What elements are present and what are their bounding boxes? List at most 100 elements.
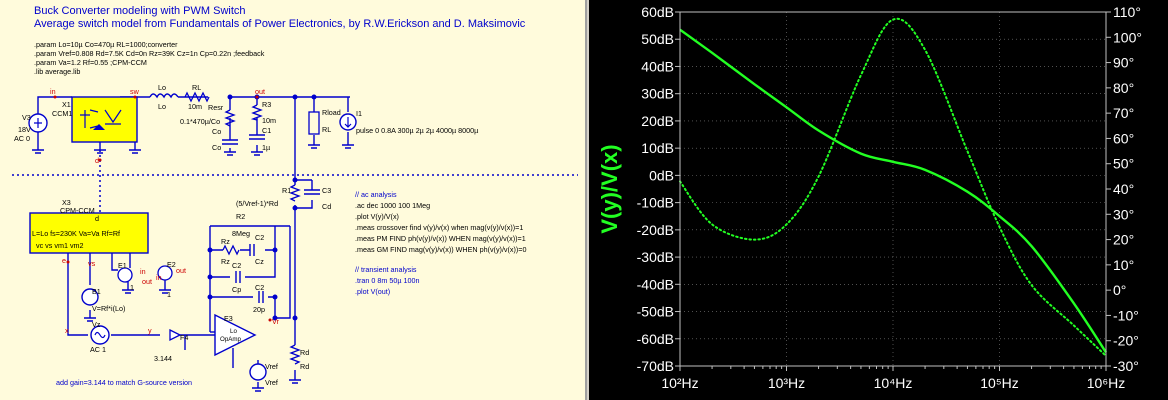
inductor-lo[interactable] [149,93,179,99]
x1-pwm-switch[interactable] [71,96,138,143]
svg-text:OpAmp: OpAmp [220,336,242,343]
left-tick-label: -20dB [637,222,674,238]
svg-text:1: 1 [130,283,134,292]
left-tick-label: 0dB [649,167,674,183]
meas-gm: .meas GM FIND mag(v(y)/v(x)) WHEN ph(v(y… [355,245,527,254]
source-f4[interactable] [169,328,182,342]
app-root: Buck Converter modeling with PWM Switch … [0,0,1168,400]
svg-text:1µ: 1µ [262,143,270,152]
left-tick-label: -40dB [637,276,674,292]
svg-text:vc vs vm1 vm2: vc vs vm1 vm2 [36,241,84,250]
capacitor-co[interactable] [222,139,238,145]
svg-text:sw: sw [130,87,140,96]
svg-text:F4: F4 [180,333,188,342]
svg-text:Vr: Vr [272,317,280,326]
svg-text:CCM1: CCM1 [52,109,72,118]
plot-grid [679,11,1107,367]
svg-text:out: out [255,87,265,96]
right-tick-label: 30° [1113,206,1134,222]
param-line-2: .param Vref=0.808 Rd=7.5K Cd=0n Rz=39K C… [34,49,265,58]
resistor-rl[interactable] [184,91,210,103]
svg-text:X1: X1 [62,100,71,109]
tran-plot-directive: .plot V(out) [355,287,390,296]
left-tick-label: 20dB [641,113,674,129]
svg-text:20p: 20p [253,305,265,314]
y-axis-label: V(y)/V(x) [597,144,622,233]
right-tick-label: 10° [1113,257,1134,273]
svg-text:E2: E2 [167,260,176,269]
capacitor-c3[interactable] [304,189,320,195]
left-tick-label: -70dB [637,358,674,374]
param-line-3: .param Va=1.2 Rf=0.55 ;CPM-CCM [34,58,147,67]
x-tick-label: 10⁴Hz [874,375,913,391]
svg-text:C1: C1 [262,126,271,135]
left-tick-label: -30dB [637,249,674,265]
ac-directive: .ac dec 1000 100 1Meg [355,201,430,210]
svg-text:E3: E3 [224,314,233,323]
resistor-r1[interactable] [289,184,301,202]
svg-text:in: in [156,273,162,282]
svg-text:vs: vs [88,259,96,268]
svg-text:RL: RL [192,83,201,92]
x-tick-label: 10⁶Hz [1087,375,1125,391]
svg-text:out: out [142,277,152,286]
svg-text:Resr: Resr [208,103,224,112]
svg-text:Cz: Cz [255,257,264,266]
svg-text:out: out [176,266,186,275]
param-line-1: .param Lo=10µ Co=470µ RL=1000;converter [34,40,178,49]
svg-text:10m: 10m [262,116,276,125]
left-tick-label: -50dB [637,304,674,320]
left-tick-label: 10dB [641,140,674,156]
capacitor-cp[interactable] [235,271,241,283]
source-e1[interactable] [117,267,133,283]
right-tick-label: 100° [1113,29,1142,45]
svg-text:Lo: Lo [158,102,166,111]
svg-text:R1: R1 [282,186,291,195]
svg-text:C2: C2 [255,233,264,242]
opamp-e3[interactable] [214,313,257,357]
right-axis-ticks: 110° 100° 90° 80° 70° 60° 50° 40° 30° 20° 10° 0° -10… [1106,4,1142,374]
svg-text:Rd: Rd [300,348,309,357]
svg-text:pulse 0 0.8A 300µ 2µ 2µ 4000µ: pulse 0 0.8A 300µ 2µ 2µ 4000µ 8000µ [356,126,478,135]
svg-text:Cp: Cp [232,285,241,294]
title-line-2: Average switch model from Fundamentals o… [34,18,526,30]
resistor-rd[interactable] [289,344,301,365]
svg-text:0.1*470µ/Co: 0.1*470µ/Co [180,117,220,126]
capacitor-cz[interactable] [249,244,255,256]
svg-text:10m: 10m [188,102,202,111]
resistor-rload[interactable] [308,111,320,135]
svg-text:x: x [65,326,69,335]
svg-text:Co: Co [212,143,221,152]
svg-text:R2: R2 [236,212,245,221]
meas-pm: .meas PM FIND ph(v(y)/v(x)) WHEN mag(v(y… [355,234,526,243]
svg-text:AC 0: AC 0 [14,134,30,143]
svg-text:CPM-CCM: CPM-CCM [60,206,95,215]
right-tick-label: 50° [1113,156,1134,172]
capacitor-c2[interactable] [258,291,264,303]
svg-text:d: d [95,156,99,165]
bode-plot[interactable]: 60dB 50dB 40dB 30dB 20dB 10dB 0dB -10dB -20dB -30… [589,0,1168,400]
plot-pane[interactable]: 60dB 50dB 40dB 30dB 20dB 10dB 0dB -10dB -20dB -30… [589,0,1168,400]
resistor-rz[interactable] [222,244,240,256]
left-tick-label: -60dB [637,331,674,347]
svg-text:18V: 18V [18,125,31,134]
resistor-r3[interactable] [250,104,263,121]
right-tick-label: 60° [1113,130,1134,146]
svg-text:d: d [95,214,99,223]
schematic-pane[interactable]: Buck Converter modeling with PWM Switch … [0,0,587,400]
svg-text:3.144: 3.144 [154,354,172,363]
svg-text:in: in [140,267,146,276]
svg-text:RL: RL [322,125,331,134]
source-vref[interactable] [249,363,267,381]
left-axis-ticks: 60dB 50dB 40dB 30dB 20dB 10dB 0dB -10dB -20dB -30… [637,4,680,374]
schematic-canvas[interactable]: Buck Converter modeling with PWM Switch … [0,0,585,400]
svg-text:(5/Vref-1)*Rd: (5/Vref-1)*Rd [236,199,278,208]
left-tick-label: 40dB [641,58,674,74]
right-tick-label: 70° [1113,105,1134,121]
capacitor-c1[interactable] [249,134,265,140]
param-line-4: .lib average.lib [34,67,80,76]
svg-text:Vz: Vz [92,320,101,329]
plot-traces [679,17,1108,357]
tran-directive: .tran 0 8m 50µ 100n [355,276,419,285]
svg-text:Rload: Rload [322,108,341,117]
